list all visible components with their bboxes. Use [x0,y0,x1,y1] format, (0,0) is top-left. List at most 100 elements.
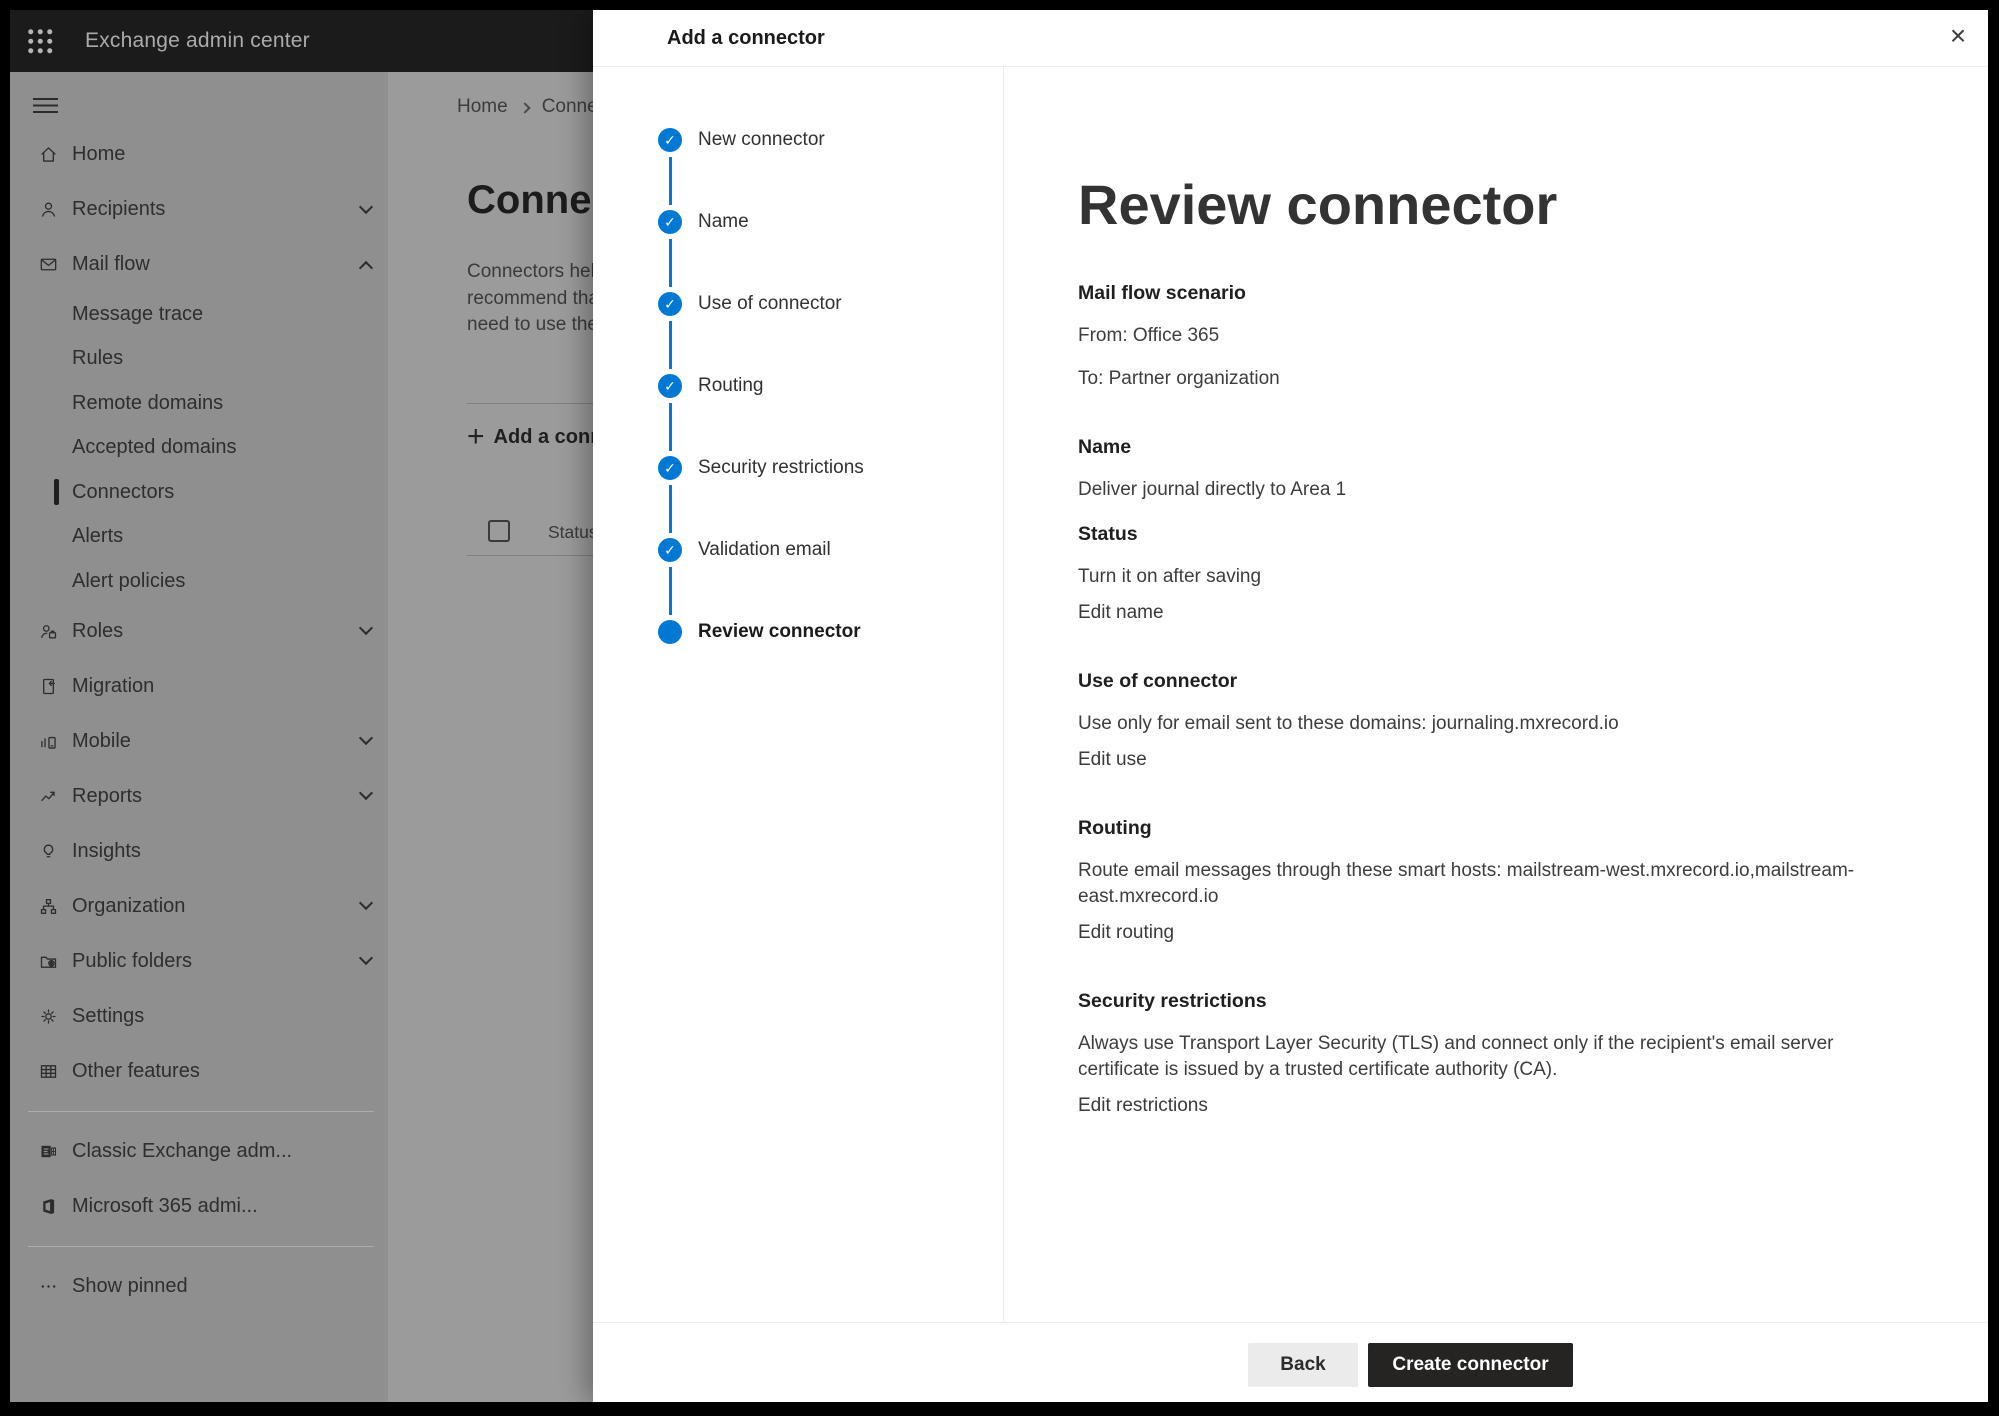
section-use-of-connector: Use of connector Use only for email sent… [1078,668,1888,773]
plus-icon: + [467,422,485,452]
section-body: From: Office 365 To: Partner organization [1078,323,1888,392]
section-mail-flow-scenario: Mail flow scenario From: Office 365 To: P… [1078,280,1888,392]
sidebar-item-public-folders[interactable]: Public folders [10,934,388,989]
chevron-down-icon [359,199,373,213]
panel-footer: Back Create connector [593,1322,1988,1402]
step-review-connector: ✓ Review connector [658,591,1003,673]
sidebar-item-rules[interactable]: Rules [10,337,388,382]
step-status-icon: ✓ [658,292,682,316]
chevron-down-icon [359,621,373,635]
sidebar-item-settings[interactable]: Settings [10,989,388,1044]
reports-icon [38,786,59,807]
sidebar-item-roles[interactable]: Roles [10,604,388,659]
review-panel-content: Review connector Mail flow scenario From… [1004,67,1888,1322]
m365-icon [38,1196,59,1217]
settings-icon [38,1006,59,1027]
sidebar-item-message-trace[interactable]: Message trace [10,292,388,337]
review-title: Review connector [1078,172,1888,238]
status-column-header: Status [548,522,598,543]
section-body: Always use Transport Layer Security (TLS… [1078,1031,1888,1083]
person-icon [38,199,59,220]
step-status-icon: ✓ [658,620,682,644]
review-sections: Mail flow scenario From: Office 365 To: P… [1078,280,1888,1119]
sidebar-item-mail-flow[interactable]: Mail flow [10,237,388,292]
panel-header: Add a connector × [593,10,1988,67]
create-connector-button[interactable]: Create connector [1368,1343,1573,1387]
step-status-icon: ✓ [658,456,682,480]
section-text: Always use Transport Layer Security (TLS… [1078,1031,1888,1083]
home-icon [38,144,59,165]
breadcrumb: Home Conne [457,96,598,118]
section-heading: Use of connector [1078,668,1888,694]
select-all-checkbox[interactable] [488,520,510,542]
section-body: Route email messages through these smart… [1078,858,1888,910]
breadcrumb-current: Conne [542,96,598,118]
mail-icon [38,254,59,275]
step-use-of-connector: ✓ Use of connector [658,263,1003,345]
sidebar-item-home[interactable]: Home [10,127,388,182]
section-text: To: Partner organization [1078,366,1888,392]
sidebar-divider [28,1111,374,1112]
sidebar-item-other-features[interactable]: Other features [10,1044,388,1099]
sidebar-item-remote-domains[interactable]: Remote domains [10,381,388,426]
edit-link-edit-name[interactable]: Edit name [1078,600,1164,626]
other-features-icon [38,1061,59,1082]
edit-link-edit-restrictions[interactable]: Edit restrictions [1078,1093,1208,1119]
section-text: Deliver journal directly to Area 1 [1078,477,1888,503]
back-button[interactable]: Back [1248,1343,1358,1387]
sidebar-item-classic-exchange-adm[interactable]: Classic Exchange adm... [10,1124,388,1179]
section-heading: Name [1078,434,1888,460]
sidebar-item-show-pinned[interactable]: Show pinned [10,1259,388,1314]
breadcrumb-chevron-icon [519,102,530,113]
sidebar-item-recipients[interactable]: Recipients [10,182,388,237]
sidebar-item-alert-policies[interactable]: Alert policies [10,559,388,604]
section-heading: Routing [1078,815,1888,841]
sidebar-item-alerts[interactable]: Alerts [10,515,388,560]
organization-icon [38,896,59,917]
sidebar-nav: Home Recipients Mail flow Message trace [10,127,388,1314]
step-status-icon: ✓ [658,210,682,234]
step-security-restrictions: ✓ Security restrictions [658,427,1003,509]
sidebar-item-migration[interactable]: Migration [10,659,388,714]
migration-icon [38,676,59,697]
panel-title: Add a connector [667,10,825,66]
sidebar-item-accepted-domains[interactable]: Accepted domains [10,426,388,471]
edit-link-edit-use[interactable]: Edit use [1078,747,1147,773]
add-connector-button[interactable]: + Add a conn [467,420,602,454]
section-text: Turn it on after saving [1078,564,1888,590]
section-heading: Status [1078,521,1888,547]
hamburger-menu-icon[interactable] [33,98,58,100]
section-body: Deliver journal directly to Area 1 [1078,477,1888,503]
section-body: Use only for email sent to these domains… [1078,711,1888,737]
section-heading: Mail flow scenario [1078,280,1888,306]
mobile-icon [38,731,59,752]
chevron-up-icon [359,260,373,274]
edit-link-edit-routing[interactable]: Edit routing [1078,920,1174,946]
close-icon[interactable]: × [1943,22,1973,52]
public-folders-icon [38,951,59,972]
chevron-down-icon [359,951,373,965]
section-text: From: Office 365 [1078,323,1888,349]
step-name: ✓ Name [658,181,1003,263]
breadcrumb-home-link[interactable]: Home [457,96,508,118]
section-routing: Routing Route email messages through the… [1078,815,1888,946]
sidebar-item-reports[interactable]: Reports [10,769,388,824]
step-status-icon: ✓ [658,374,682,398]
chevron-down-icon [359,786,373,800]
sidebar-divider [28,1246,374,1247]
sidebar-item-mobile[interactable]: Mobile [10,714,388,769]
step-routing: ✓ Routing [658,345,1003,427]
section-status: Status Turn it on after saving Edit name [1078,521,1888,626]
section-text: Use only for email sent to these domains… [1078,711,1888,737]
app-launcher-icon[interactable] [26,27,54,55]
sidebar-item-connectors[interactable]: Connectors [10,470,388,515]
section-heading: Security restrictions [1078,988,1888,1014]
chevron-down-icon [359,896,373,910]
sidebar-item-organization[interactable]: Organization [10,879,388,934]
add-connector-panel: Add a connector × ✓ New connector ✓ Name… [593,10,1988,1402]
panel-body: ✓ New connector ✓ Name ✓ Use of connecto… [593,67,1988,1322]
chevron-down-icon [359,731,373,745]
sidebar-item-microsoft-365-admi[interactable]: Microsoft 365 admi... [10,1179,388,1234]
app-title: Exchange admin center [85,10,310,72]
sidebar-item-insights[interactable]: Insights [10,824,388,879]
